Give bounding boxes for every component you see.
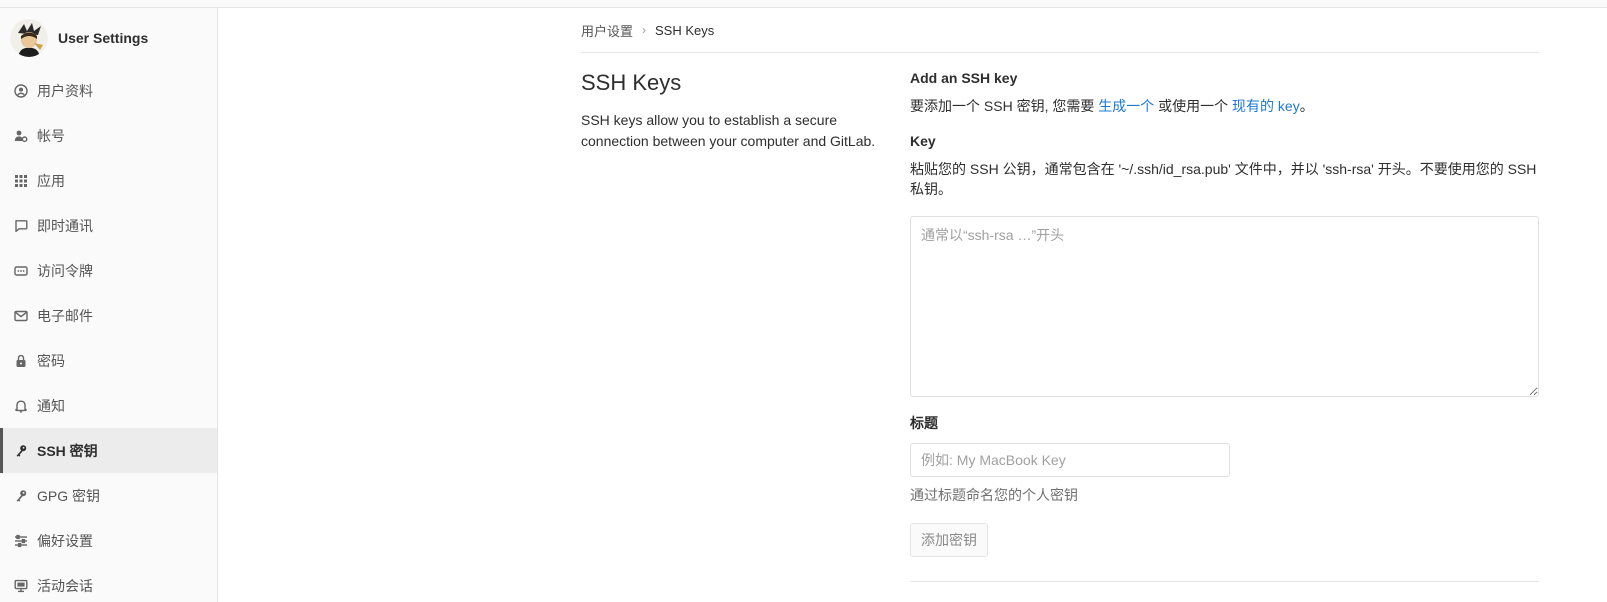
sidebar-item-label: 即时通讯 — [37, 217, 93, 234]
key-help-text: 粘贴您的 SSH 公钥，通常包含在 '~/.ssh/id_rsa.pub' 文件… — [910, 161, 1537, 197]
sidebar-item-label: 用户资料 — [37, 82, 93, 99]
sidebar-item-label: 偏好设置 — [37, 532, 93, 549]
form-help-text: 要添加一个 SSH 密钥, 您需要 生成一个 或使用一个 现有的 key。 — [910, 96, 1539, 116]
account-icon — [14, 129, 28, 143]
monitor-icon — [14, 579, 28, 593]
divider — [910, 581, 1539, 582]
sidebar-item-profile[interactable]: 用户资料 — [0, 68, 217, 113]
title-input[interactable] — [910, 443, 1230, 477]
title-help-text: 通过标题命名您的个人密钥 — [910, 487, 1078, 503]
sidebar-item-label: 访问令牌 — [37, 262, 93, 279]
key-label: Key — [910, 133, 936, 149]
mail-icon — [14, 309, 28, 323]
title-label: 标题 — [910, 415, 938, 431]
key-icon — [14, 489, 28, 503]
avatar[interactable] — [10, 19, 48, 57]
generate-key-link[interactable]: 生成一个 — [1098, 98, 1154, 114]
applications-icon — [14, 174, 28, 188]
intro-section: SSH Keys SSH keys allow you to establish… — [581, 70, 891, 152]
sidebar-item-emails[interactable]: 电子邮件 — [0, 293, 217, 338]
sidebar-item-label: 活动会话 — [37, 577, 93, 594]
sidebar-item-ssh-keys[interactable]: SSH 密钥 — [0, 428, 217, 473]
sidebar-title: User Settings — [58, 30, 149, 46]
sidebar-item-gpg-keys[interactable]: GPG 密钥 — [0, 473, 217, 518]
key-textarea[interactable] — [910, 216, 1539, 397]
help-prefix: 要添加一个 SSH 密钥, 您需要 — [910, 98, 1099, 114]
sidebar-item-account[interactable]: 帐号 — [0, 113, 217, 158]
page-description: SSH keys allow you to establish a secure… — [581, 112, 876, 149]
chevron-right-icon: › — [642, 23, 647, 37]
help-middle: 或使用一个 — [1154, 98, 1233, 114]
breadcrumb-current[interactable]: SSH Keys — [655, 23, 714, 38]
sidebar-item-notifications[interactable]: 通知 — [0, 383, 217, 428]
sidebar-item-password[interactable]: 密码 — [0, 338, 217, 383]
profile-icon — [14, 83, 28, 98]
token-icon — [14, 264, 28, 278]
sidebar-item-label: 应用 — [37, 172, 65, 189]
key-icon — [14, 444, 28, 458]
page-title: SSH Keys — [581, 70, 682, 95]
sidebar-item-access-tokens[interactable]: 访问令牌 — [0, 248, 217, 293]
breadcrumb: 用户设置 › SSH Keys — [581, 8, 1539, 53]
sidebar-item-label: 通知 — [37, 397, 65, 414]
help-suffix: 。 — [1299, 98, 1314, 114]
sidebar-item-chat[interactable]: 即时通讯 — [0, 203, 217, 248]
sidebar-item-label: GPG 密钥 — [37, 487, 101, 504]
add-key-button[interactable]: 添加密钥 — [910, 523, 988, 557]
sidebar-item-active-sessions[interactable]: 活动会话 — [0, 563, 217, 602]
add-ssh-key-form: Add an SSH key 要添加一个 SSH 密钥, 您需要 生成一个 或使… — [910, 70, 1539, 557]
sidebar-item-applications[interactable]: 应用 — [0, 158, 217, 203]
preferences-icon — [14, 534, 28, 548]
top-navbar — [0, 0, 1607, 8]
existing-key-link[interactable]: 现有的 key — [1232, 98, 1300, 114]
sidebar-item-label: 帐号 — [37, 127, 65, 144]
sidebar-item-label: 电子邮件 — [37, 307, 93, 324]
breadcrumb-user-settings-link[interactable]: 用户设置 — [581, 21, 633, 40]
sidebar-header[interactable]: User Settings — [0, 8, 217, 68]
chat-icon — [14, 219, 28, 233]
settings-sidebar: User Settings 用户资料 帐号 应用 即时通讯 访问令牌 电子邮件 … — [0, 8, 218, 602]
sidebar-item-label: SSH 密钥 — [37, 442, 98, 459]
sidebar-item-label: 密码 — [37, 352, 65, 369]
lock-icon — [14, 354, 28, 368]
form-heading: Add an SSH key — [910, 70, 1018, 86]
bell-icon — [14, 399, 28, 413]
main-content: 用户设置 › SSH Keys SSH Keys SSH keys allow … — [581, 8, 1539, 582]
sidebar-item-preferences[interactable]: 偏好设置 — [0, 518, 217, 563]
